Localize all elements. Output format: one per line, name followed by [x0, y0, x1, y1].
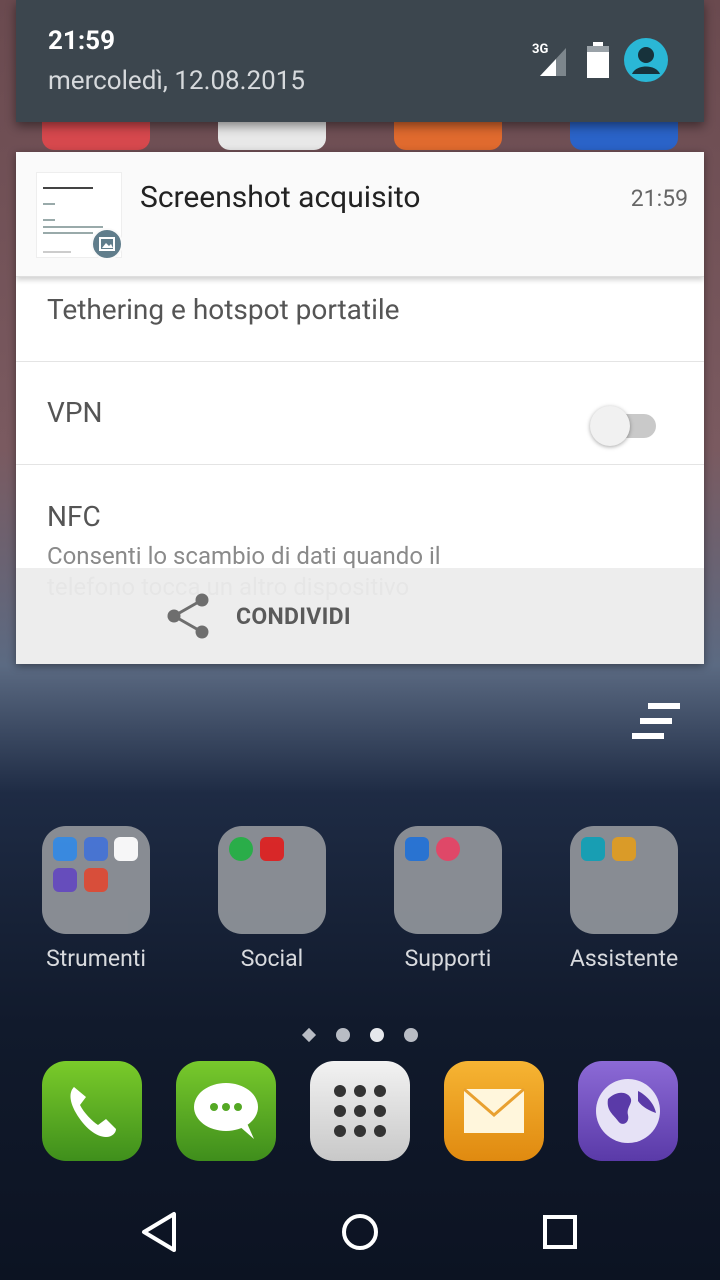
clock: 21:59: [48, 26, 115, 56]
list-item-label: Tethering e hotspot portatile: [47, 293, 400, 326]
home-menu-icon[interactable]: [632, 703, 682, 739]
list-item-label: NFC: [47, 500, 101, 533]
user-avatar-icon[interactable]: [624, 38, 668, 82]
whatsapp-icon: [229, 837, 253, 861]
list-item-tethering[interactable]: Tethering e hotspot portatile: [16, 276, 704, 362]
status-icons: 3G: [532, 38, 668, 82]
notification-header[interactable]: Screenshot acquisito 21:59: [16, 152, 704, 277]
settings-icon: [53, 868, 77, 892]
back-icon[interactable]: [128, 1200, 192, 1264]
safari-icon: [53, 837, 77, 861]
page-dot: [336, 1028, 350, 1042]
browser-icon[interactable]: [578, 1061, 678, 1161]
notification-time: 21:59: [630, 185, 688, 212]
peek-icon-4: [570, 122, 678, 150]
nfc-toggle-knob[interactable]: [590, 406, 630, 446]
peek-icon-3: [394, 122, 502, 150]
battery-icon: [587, 42, 609, 78]
share-icon: [167, 593, 209, 639]
home-icon[interactable]: [328, 1200, 392, 1264]
flipboard-icon: [260, 837, 284, 861]
contacts-icon: [84, 837, 108, 861]
wifi-icon: [405, 837, 429, 861]
peek-icon-2: [218, 122, 326, 150]
folder-social[interactable]: [218, 826, 326, 934]
remote-icon: [581, 837, 605, 861]
gallery-icon: [612, 837, 636, 861]
recents-icon[interactable]: [528, 1200, 592, 1264]
page-dot: [301, 1027, 317, 1043]
page-dot: [370, 1028, 384, 1042]
notification-title: Screenshot acquisito: [140, 180, 421, 215]
share-button[interactable]: CONDIVIDI: [166, 590, 351, 642]
page-indicator: [301, 1027, 418, 1043]
signal-icon: 3G: [532, 42, 572, 78]
xe-currency-icon: [114, 837, 138, 861]
share-button-label: CONDIVIDI: [236, 602, 351, 630]
folder-label: Social: [240, 945, 304, 972]
peek-icon-1: [42, 122, 150, 150]
date: mercoledì, 12.08.2015: [48, 66, 305, 96]
folder-label: Strumenti: [46, 945, 146, 972]
list-item-label: VPN: [47, 396, 103, 429]
folder-supporti[interactable]: [394, 826, 502, 934]
email-icon[interactable]: [444, 1061, 544, 1161]
folder-assistente[interactable]: [570, 826, 678, 934]
notification-shade-header: 21:59 mercoledì, 12.08.2015 3G: [16, 0, 704, 122]
screenshot-notification[interactable]: Screenshot acquisito 21:59 Tethering e h…: [16, 152, 704, 664]
messages-icon[interactable]: [176, 1061, 276, 1161]
calculator-icon: [84, 868, 108, 892]
folder-strumenti[interactable]: [42, 826, 150, 934]
phone-icon[interactable]: [42, 1061, 142, 1161]
folder-label: Assistente: [569, 945, 679, 972]
image-icon: [91, 228, 123, 260]
page-dot: [404, 1028, 418, 1042]
folder-label: Supporti: [404, 945, 492, 972]
support-icon: [436, 837, 460, 861]
notification-actions: CONDIVIDI: [16, 568, 704, 664]
apps-drawer-icon[interactable]: [310, 1061, 410, 1161]
